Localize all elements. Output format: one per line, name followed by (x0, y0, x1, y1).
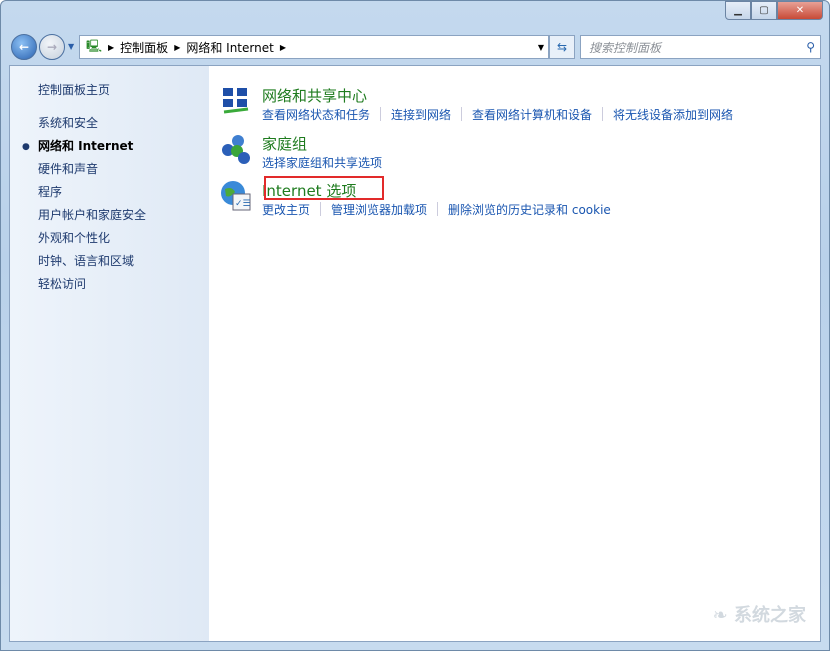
search-icon[interactable]: ⚲ (806, 40, 815, 54)
sidebar-item-clock-language[interactable]: 时钟、语言和区域 (38, 252, 134, 269)
svg-text:✓☰: ✓☰ (235, 199, 251, 209)
search-placeholder: 搜索控制面板 (589, 39, 661, 56)
sidebar-item-ease-of-access[interactable]: 轻松访问 (38, 275, 86, 292)
connect-to-network-link[interactable]: 连接到网络 (391, 106, 451, 123)
chevron-right-icon[interactable]: ▶ (280, 43, 286, 52)
divider (437, 202, 438, 216)
breadcrumb-control-panel[interactable]: 控制面板 (120, 39, 168, 56)
minimize-button[interactable]: ▁ (725, 1, 751, 20)
sidebar: 控制面板主页 ● 系统和安全 网络和 Internet 硬件和声音 程序 用户帐… (10, 66, 209, 641)
back-button[interactable]: ← (11, 34, 37, 60)
maximize-button[interactable]: ▢ (751, 1, 777, 20)
watermark-logo: ❧ 系统之家 (713, 601, 806, 627)
view-network-status-link[interactable]: 查看网络状态和任务 (262, 106, 370, 123)
sidebar-item-hardware-sound[interactable]: 硬件和声音 (38, 160, 98, 177)
divider (320, 202, 321, 216)
homegroup-icon (220, 133, 252, 165)
refresh-button[interactable]: ⇆ (549, 35, 575, 59)
breadcrumb-network[interactable]: 网络和 Internet (186, 39, 273, 56)
address-dropdown-icon[interactable]: ▼ (538, 43, 544, 52)
chevron-right-icon: ▶ (174, 43, 180, 52)
sidebar-item-programs[interactable]: 程序 (38, 183, 62, 200)
sidebar-item-system-security[interactable]: 系统和安全 (38, 114, 98, 131)
control-panel-icon: 🖳 (86, 37, 102, 58)
navigation-bar: ← → ▼ 🖳 ▶ 控制面板 ▶ 网络和 Internet ▶ ▼ ⇆ 搜索控制… (9, 33, 821, 59)
recent-pages-dropdown[interactable]: ▼ (68, 42, 74, 51)
search-input[interactable]: 搜索控制面板 ⚲ (580, 35, 821, 59)
close-button[interactable]: ✕ (777, 1, 823, 20)
delete-history-cookies-link[interactable]: 删除浏览的历史记录和 cookie (448, 201, 611, 218)
internet-options-icon: ✓☰ (220, 180, 252, 212)
highlight-box (264, 176, 384, 200)
content-area: 控制面板主页 ● 系统和安全 网络和 Internet 硬件和声音 程序 用户帐… (9, 65, 821, 642)
homegroup-link[interactable]: 家庭组 (262, 133, 307, 154)
divider (380, 107, 381, 121)
window-controls: ▁ ▢ ✕ (725, 1, 823, 20)
homegroup-sharing-options-link[interactable]: 选择家庭组和共享选项 (262, 154, 382, 171)
sidebar-item-appearance[interactable]: 外观和个性化 (38, 229, 110, 246)
chevron-right-icon: ▶ (108, 43, 114, 52)
window-frame: ▁ ▢ ✕ ← → ▼ 🖳 ▶ 控制面板 ▶ 网络和 Internet ▶ ▼ … (0, 0, 830, 651)
divider (461, 107, 462, 121)
view-network-computers-link[interactable]: 查看网络计算机和设备 (472, 106, 592, 123)
current-bullet: ● (22, 142, 30, 152)
change-homepage-link[interactable]: 更改主页 (262, 201, 310, 218)
sidebar-item-user-accounts[interactable]: 用户帐户和家庭安全 (38, 206, 146, 223)
manage-addons-link[interactable]: 管理浏览器加载项 (331, 201, 427, 218)
network-center-icon (220, 85, 252, 117)
divider (602, 107, 603, 121)
sidebar-home-link[interactable]: 控制面板主页 (38, 81, 110, 98)
sidebar-item-network-internet: 网络和 Internet (38, 137, 133, 154)
add-wireless-device-link[interactable]: 将无线设备添加到网络 (613, 106, 733, 123)
network-sharing-center-link[interactable]: 网络和共享中心 (262, 85, 367, 106)
address-bar[interactable]: 🖳 ▶ 控制面板 ▶ 网络和 Internet ▶ ▼ (79, 35, 549, 59)
forward-button[interactable]: → (39, 34, 65, 60)
